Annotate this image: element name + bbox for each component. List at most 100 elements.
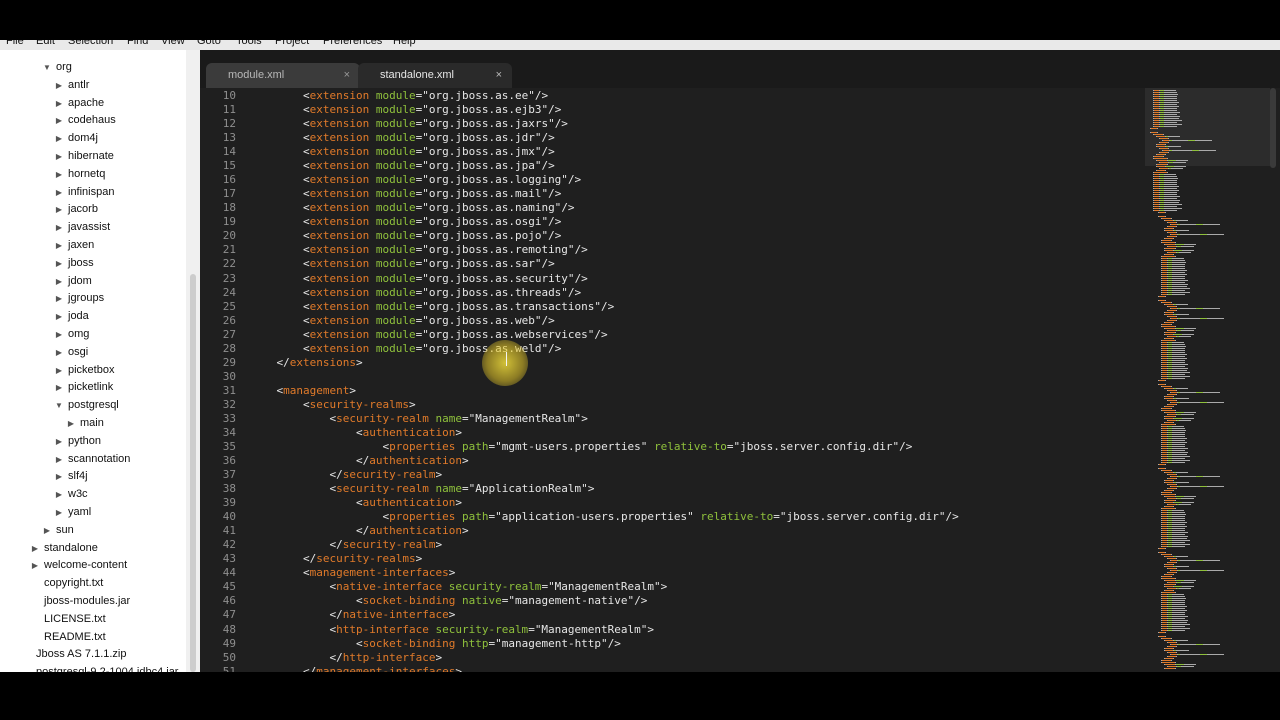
disclosure-closed-icon[interactable]: ▶: [54, 148, 64, 166]
tree-item[interactable]: ▶ sun: [42, 521, 74, 539]
minimap-stroke: [1160, 162, 1168, 163]
disclosure-closed-icon[interactable]: ▶: [54, 273, 64, 291]
tree-item[interactable]: ▶ picketbox: [54, 361, 115, 380]
minimap-stroke: [1186, 354, 1187, 355]
tree-item[interactable]: ▶ main: [66, 414, 104, 432]
tree-item[interactable]: ▶ osgi: [54, 343, 88, 361]
disclosure-closed-icon[interactable]: ▶: [54, 201, 64, 219]
minimap-stroke: [1168, 136, 1169, 137]
minimap[interactable]: [1145, 88, 1270, 672]
editor-scrollbar-thumb[interactable]: [1270, 88, 1276, 168]
menu-view[interactable]: View: [161, 40, 185, 47]
disclosure-closed-icon[interactable]: ▶: [54, 255, 64, 273]
tree-item[interactable]: ▶ picketlink: [54, 378, 113, 396]
tree-item[interactable]: ▶ jdom: [54, 272, 92, 290]
disclosure-closed-icon[interactable]: ▶: [66, 415, 76, 433]
menu-goto[interactable]: Goto: [197, 40, 221, 47]
disclosure-closed-icon[interactable]: ▶: [54, 77, 64, 95]
disclosure-closed-icon[interactable]: ▶: [54, 184, 64, 202]
disclosure-closed-icon[interactable]: ▶: [30, 540, 40, 558]
disclosure-open-icon[interactable]: ▼: [42, 59, 52, 77]
minimap-stroke: [1187, 556, 1188, 557]
tree-item[interactable]: ▶ antlr: [54, 76, 89, 94]
disclosure-closed-icon[interactable]: ▶: [54, 451, 64, 469]
tree-item[interactable]: ▶ omg: [54, 325, 89, 343]
tree-item[interactable]: ▶ hornetq: [54, 165, 105, 183]
disclosure-closed-icon[interactable]: ▶: [54, 112, 64, 130]
disclosure-closed-icon[interactable]: ▶: [54, 308, 64, 326]
tab-module-xml[interactable]: module.xml ×: [206, 63, 360, 88]
minimap-stroke: [1173, 350, 1184, 351]
tree-item[interactable]: ▶ joda: [54, 307, 89, 325]
disclosure-closed-icon[interactable]: ▶: [54, 290, 64, 308]
disclosure-closed-icon[interactable]: ▶: [54, 130, 64, 148]
tree-item[interactable]: ▶ dom4j: [54, 129, 98, 147]
tree-item[interactable]: ▶ slf4j: [54, 467, 88, 485]
minimap-stroke: [1195, 412, 1196, 413]
minimap-stroke: [1172, 616, 1173, 617]
disclosure-closed-icon[interactable]: ▶: [54, 166, 64, 184]
tree-item[interactable]: ▶ jacorb: [54, 200, 98, 218]
disclosure-closed-icon[interactable]: ▶: [54, 486, 64, 504]
tree-item[interactable]: postgresql-9.2-1004.jdbc4.jar: [22, 663, 178, 672]
tree-item[interactable]: copyright.txt: [30, 574, 103, 592]
tree-item[interactable]: ▶ apache: [54, 94, 104, 112]
disclosure-open-icon[interactable]: ▼: [54, 397, 64, 415]
minimap-stroke: [1168, 330, 1176, 331]
tree-item[interactable]: ▼ postgresql: [54, 396, 119, 414]
menu-file[interactable]: File: [6, 40, 24, 47]
minimap-stroke: [1177, 414, 1181, 415]
tree-item[interactable]: jboss-modules.jar: [30, 592, 130, 610]
tree-item[interactable]: ▶ welcome-content: [30, 556, 127, 574]
sidebar-scrollbar-thumb[interactable]: [190, 274, 196, 672]
tree-item[interactable]: LICENSE.txt: [30, 610, 106, 628]
tree-item[interactable]: ▶ jaxen: [54, 236, 94, 254]
tab-standalone-xml[interactable]: standalone.xml ×: [358, 63, 512, 88]
tree-item[interactable]: ▶ scannotation: [54, 450, 130, 468]
minimap-stroke: [1165, 94, 1177, 95]
menu-find[interactable]: Find: [127, 40, 148, 47]
disclosure-closed-icon[interactable]: ▶: [54, 95, 64, 113]
tree-item[interactable]: ▶ hibernate: [54, 147, 114, 165]
disclosure-closed-icon[interactable]: ▶: [54, 219, 64, 237]
tree-item[interactable]: ▶ w3c: [54, 485, 88, 503]
disclosure-closed-icon[interactable]: ▶: [54, 468, 64, 486]
disclosure-closed-icon[interactable]: ▶: [54, 344, 64, 362]
close-icon[interactable]: ×: [344, 63, 350, 88]
disclosure-closed-icon[interactable]: ▶: [54, 379, 64, 397]
disclosure-closed-icon[interactable]: ▶: [54, 237, 64, 255]
disclosure-closed-icon[interactable]: ▶: [54, 433, 64, 451]
menu-edit[interactable]: Edit: [36, 40, 55, 47]
tree-item[interactable]: ▶ jboss: [54, 254, 94, 272]
tree-item[interactable]: ▶ yaml: [54, 503, 91, 521]
tree-item[interactable]: ▶ python: [54, 432, 101, 450]
menu-tools[interactable]: Tools: [236, 40, 262, 47]
disclosure-closed-icon[interactable]: ▶: [30, 557, 40, 575]
minimap-stroke: [1190, 252, 1191, 253]
minimap-stroke: [1175, 592, 1176, 593]
disclosure-closed-icon[interactable]: ▶: [54, 504, 64, 522]
tree-item[interactable]: ▶ codehaus: [54, 111, 116, 129]
tree-item[interactable]: ▶ infinispan: [54, 183, 115, 202]
tree-item[interactable]: ▶ jgroups: [54, 289, 104, 307]
disclosure-closed-icon[interactable]: ▶: [54, 362, 64, 380]
menu-preferences[interactable]: Preferences: [323, 40, 382, 47]
minimap-stroke: [1164, 586, 1165, 587]
minimap-stroke: [1167, 448, 1168, 449]
minimap-stroke: [1171, 638, 1172, 639]
menu-project[interactable]: Project: [275, 40, 309, 47]
menu-selection[interactable]: Selection: [68, 40, 113, 47]
code-area[interactable]: <extension module="org.jboss.as.ee"/> <ex…: [250, 88, 1140, 672]
menu-help[interactable]: Help: [393, 40, 416, 47]
disclosure-closed-icon[interactable]: ▶: [42, 522, 52, 540]
minimap-stroke: [1167, 258, 1168, 259]
tree-item[interactable]: README.txt: [30, 628, 106, 646]
minimap-stroke: [1161, 534, 1162, 535]
tree-item[interactable]: ▼ org: [42, 58, 72, 76]
disclosure-closed-icon[interactable]: ▶: [54, 326, 64, 344]
code-token: relative-to: [700, 510, 774, 524]
close-icon[interactable]: ×: [496, 63, 502, 88]
tree-item[interactable]: ▶ standalone: [30, 539, 98, 557]
tree-item[interactable]: ▶ javassist: [54, 218, 110, 236]
tree-item[interactable]: Jboss AS 7.1.1.zip: [22, 645, 127, 663]
